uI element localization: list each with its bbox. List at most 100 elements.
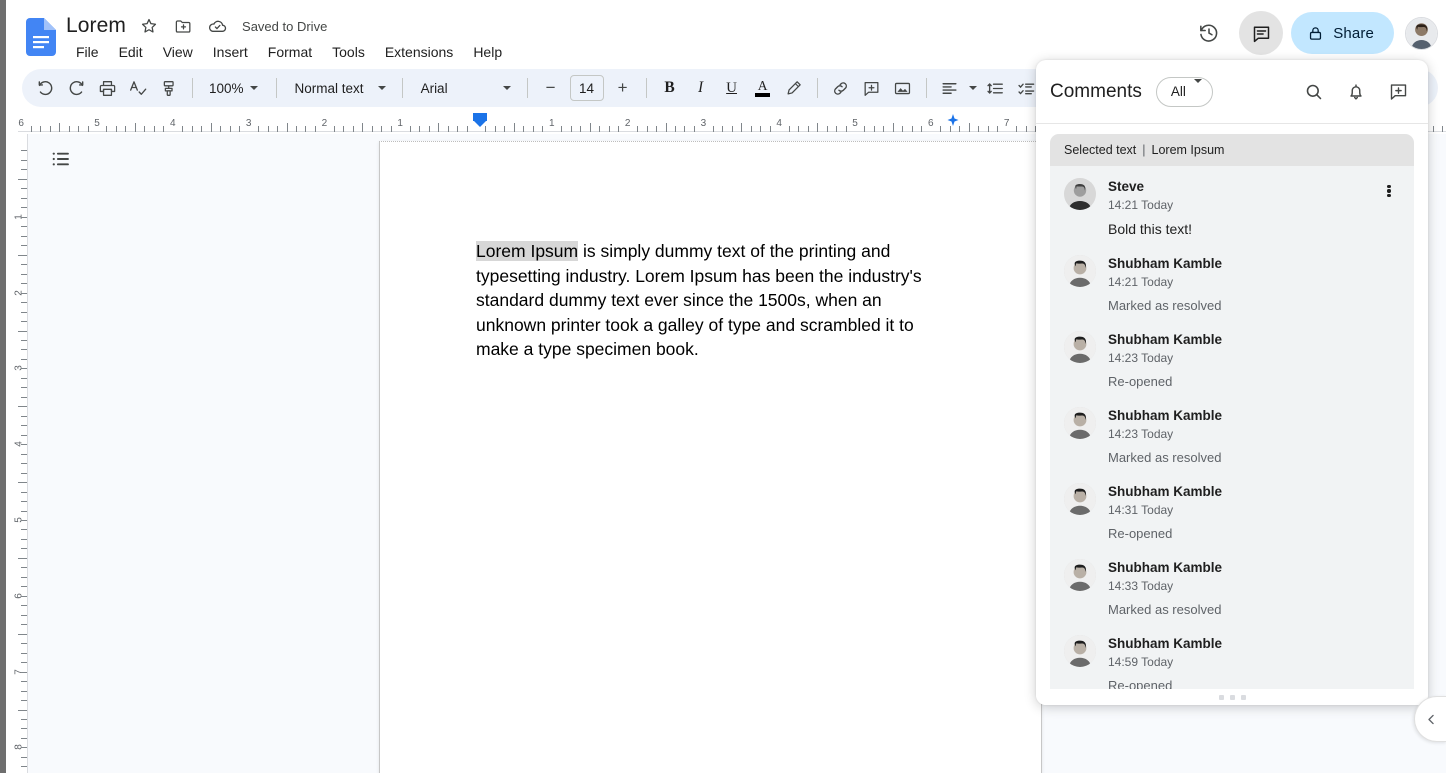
comment-entry[interactable]: Shubham Kamble 14:21 Today Marked as resol… (1064, 255, 1404, 315)
comment-text: Bold this text! (1108, 221, 1193, 237)
underline-button[interactable]: U (717, 73, 747, 103)
spellcheck-icon[interactable] (123, 73, 153, 103)
comment-entry[interactable]: Shubham Kamble 14:23 Today Re-opened (1064, 331, 1404, 391)
ruler-tick (390, 126, 392, 132)
font-size-input[interactable]: 14 (569, 75, 604, 101)
menu-extensions[interactable]: Extensions (375, 40, 463, 64)
comment-entry[interactable]: Shubham Kamble 14:33 Today Marked as resol… (1064, 559, 1404, 619)
ruler-tick (286, 123, 288, 132)
chevron-down-icon (246, 86, 262, 90)
menu-file[interactable]: File (66, 40, 109, 64)
avatar[interactable] (1405, 16, 1438, 50)
menu-edit[interactable]: Edit (109, 40, 153, 64)
paragraph-style-dropdown[interactable]: Normal text (285, 73, 394, 103)
cloud-saved-icon[interactable] (206, 15, 228, 37)
document-outline-icon[interactable] (44, 142, 78, 176)
comment-status-text: Marked as resolved (1108, 450, 1222, 465)
menu-tools[interactable]: Tools (322, 40, 375, 64)
document-body-text[interactable]: Lorem Ipsum is simply dummy text of the … (476, 239, 936, 362)
paint-format-icon[interactable] (154, 73, 184, 103)
ruler-tick (637, 126, 639, 132)
ruler-tick (457, 126, 459, 132)
zoom-dropdown[interactable]: 100% (201, 73, 268, 103)
highlight-pen-icon[interactable] (779, 73, 809, 103)
document-page[interactable]: Lorem Ipsum is simply dummy text of the … (379, 141, 1042, 773)
star-icon[interactable] (138, 15, 160, 37)
font-family-dropdown[interactable]: Arial (411, 73, 519, 103)
notifications-bell-icon[interactable] (1340, 76, 1372, 108)
comment-more-options-icon[interactable] (1376, 178, 1402, 204)
comment-entry[interactable]: Shubham Kamble 14:31 Today Re-opened (1064, 483, 1404, 543)
add-comment-icon[interactable] (857, 73, 887, 103)
left-indent-triangle[interactable] (473, 120, 487, 127)
chevron-down-icon (374, 86, 390, 90)
share-button[interactable]: Share (1291, 12, 1394, 54)
ruler-tick (21, 472, 27, 474)
text-color-button[interactable]: A (748, 73, 778, 103)
ruler-tick (21, 491, 27, 493)
move-to-folder-icon[interactable] (172, 15, 194, 37)
comment-entry[interactable]: Steve 14:21 Today Bold this text! (1064, 178, 1404, 239)
ruler-tick (21, 377, 27, 379)
ruler-tick (352, 126, 354, 132)
ruler-tick (87, 126, 89, 132)
menu-format[interactable]: Format (258, 40, 322, 64)
ruler-tick (21, 567, 27, 569)
redo-icon[interactable] (61, 73, 91, 103)
ruler-tick (381, 126, 383, 132)
ruler-tick (911, 126, 913, 132)
italic-button[interactable]: I (686, 73, 716, 103)
ruler-tick (428, 126, 430, 132)
align-left-icon[interactable] (935, 73, 965, 103)
comment-entry[interactable]: Shubham Kamble 14:23 Today Marked as resol… (1064, 407, 1404, 467)
comments-filter-value: All (1170, 84, 1186, 99)
vertical-ruler[interactable]: 12345678 (6, 134, 28, 773)
document-title[interactable]: Lorem (66, 13, 126, 39)
ruler-tick (163, 126, 165, 132)
ruler-tick (210, 123, 212, 132)
comment-body: Steve 14:21 Today Bold this text! (1108, 178, 1404, 239)
search-icon[interactable] (1298, 76, 1330, 108)
ruler-tick (21, 368, 27, 370)
new-comment-icon[interactable] (1382, 76, 1414, 108)
ruler-tick (693, 126, 695, 132)
ruler-number: 4 (170, 118, 176, 129)
insert-image-icon[interactable] (888, 73, 918, 103)
comments-icon[interactable] (1239, 11, 1284, 55)
ruler-tick (466, 126, 468, 132)
ruler-tick (30, 126, 32, 132)
comments-panel-footer-handle[interactable] (1036, 689, 1428, 705)
ruler-tick (18, 557, 27, 559)
comments-filter-dropdown[interactable]: All (1155, 76, 1213, 107)
ruler-tick (21, 662, 27, 664)
comment-author-name: Steve (1108, 179, 1145, 194)
menu-help[interactable]: Help (463, 40, 512, 64)
ruler-tick (750, 126, 752, 132)
ruler-tick (21, 425, 27, 427)
menu-insert[interactable]: Insert (203, 40, 258, 64)
ruler-tick (959, 126, 961, 132)
ruler-tick (21, 652, 27, 654)
undo-icon[interactable] (30, 73, 60, 103)
ruler-tick (21, 595, 27, 597)
tab-stop-marker[interactable] (947, 114, 959, 126)
increase-font-size-button[interactable]: + (608, 73, 638, 103)
version-history-icon[interactable] (1187, 11, 1231, 55)
selected-text[interactable]: Lorem Ipsum (476, 241, 579, 261)
ruler-tick (106, 126, 108, 132)
print-icon[interactable] (92, 73, 122, 103)
font-family-value: Arial (420, 80, 448, 96)
document-title-row: Lorem Saved to Drive (66, 12, 327, 40)
menu-view[interactable]: View (153, 40, 203, 64)
line-spacing-icon[interactable] (981, 73, 1011, 103)
comment-thread[interactable]: Selected text | Lorem Ipsum Steve 14:21 T… (1050, 134, 1414, 689)
toolbar-divider (192, 78, 193, 98)
ruler-tick (523, 126, 525, 132)
insert-link-icon[interactable] (826, 73, 856, 103)
comment-entry[interactable]: Shubham Kamble 14:59 Today Re-opened (1064, 635, 1404, 689)
decrease-font-size-button[interactable]: − (536, 73, 566, 103)
bold-button[interactable]: B (655, 73, 685, 103)
comment-status-text: Re-opened (1108, 678, 1173, 689)
chevron-down-icon[interactable] (966, 73, 980, 103)
comments-list[interactable]: Selected text | Lorem Ipsum Steve 14:21 T… (1036, 124, 1428, 689)
